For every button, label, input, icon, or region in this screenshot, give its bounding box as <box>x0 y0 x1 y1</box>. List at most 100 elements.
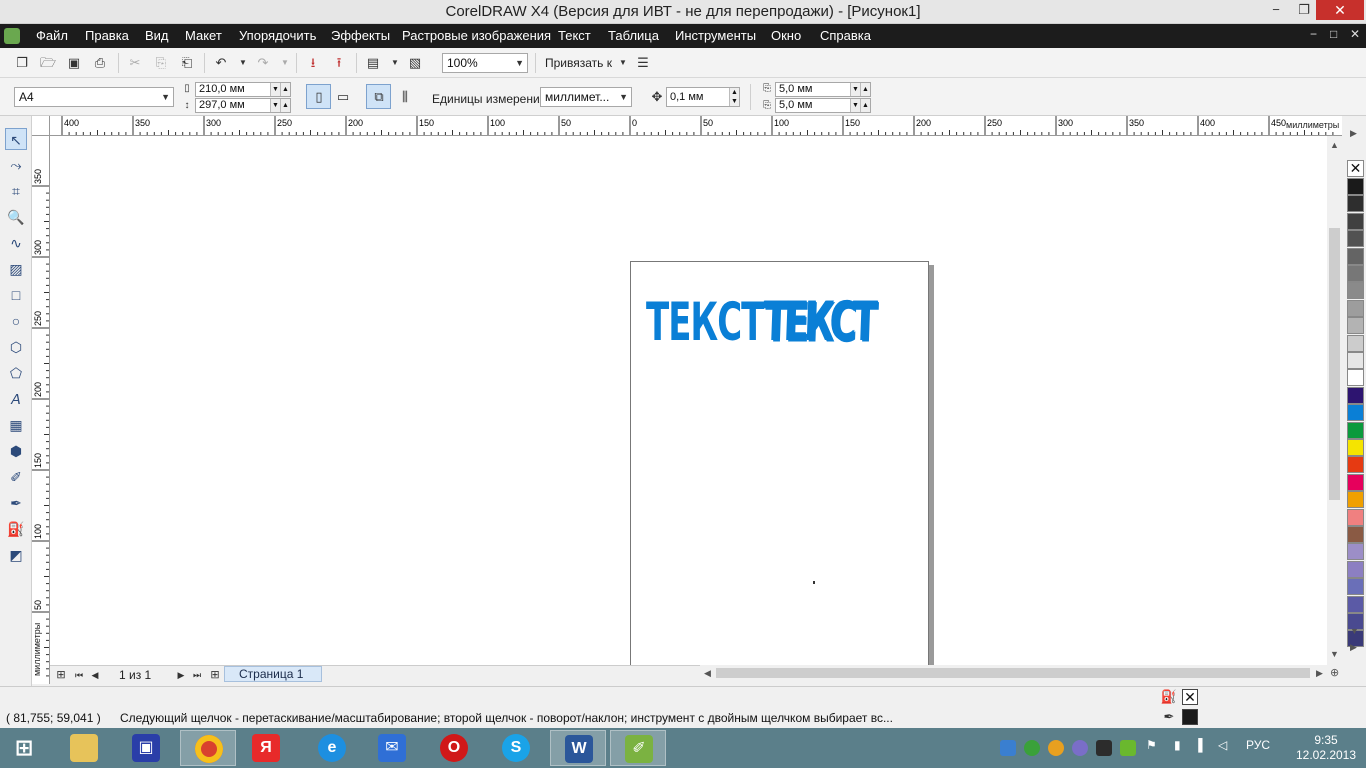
stray-point[interactable] <box>813 581 815 584</box>
text-object-plain[interactable]: ТЕКСТ <box>646 292 764 354</box>
save-icon[interactable]: ▣ <box>65 54 83 72</box>
page-width-field[interactable]: 210,0 мм ▼ ▲ <box>195 82 291 97</box>
polygon-tool-icon[interactable]: ⬡ <box>5 336 27 358</box>
spin-up-icon[interactable]: ▲ <box>860 83 870 96</box>
scroll-up-icon[interactable]: ▲ <box>1330 140 1339 150</box>
new-document-icon[interactable]: ❐ <box>13 54 31 72</box>
open-folder-icon[interactable]: 🗁 <box>39 54 57 72</box>
color-swatch[interactable] <box>1347 282 1364 300</box>
spin-up-icon[interactable]: ▲ <box>280 99 290 112</box>
welcome-screen-icon[interactable]: ▧ <box>406 54 424 72</box>
taskbar-word[interactable]: W <box>550 730 606 766</box>
nudge-distance-field[interactable]: 0,1 мм ▲ ▼ <box>666 87 740 107</box>
pick-tool-icon[interactable]: ↖ <box>5 128 27 150</box>
battery-icon[interactable]: ▮ <box>1174 738 1181 752</box>
rectangle-tool-icon[interactable]: □ <box>5 284 27 306</box>
ruler-origin[interactable] <box>32 116 50 136</box>
portrait-button[interactable]: ▯ <box>306 84 331 109</box>
smart-fill-tool-icon[interactable]: ▨ <box>5 258 27 280</box>
menu-window[interactable]: Окно <box>771 28 801 43</box>
vertical-scroll-thumb[interactable] <box>1329 228 1340 500</box>
duplicate-y-field[interactable]: 5,0 мм ▼ ▲ <box>775 98 871 113</box>
color-swatch[interactable] <box>1347 543 1364 561</box>
doc-restore-button[interactable]: □ <box>1330 27 1337 41</box>
color-swatch[interactable] <box>1347 439 1364 456</box>
palette-scroll-down-icon[interactable]: ▼ <box>1350 626 1359 636</box>
navigator-zoom-icon[interactable]: ⊕ <box>1330 666 1339 679</box>
eyedropper-tool-icon[interactable]: ✐ <box>5 466 27 488</box>
color-swatch[interactable] <box>1347 595 1364 613</box>
color-swatch[interactable] <box>1347 421 1364 439</box>
volume-icon[interactable]: ◁ <box>1218 738 1227 752</box>
palette-flyout-icon[interactable]: ▶ <box>1350 642 1357 653</box>
table-tool-icon[interactable]: ▦ <box>5 414 27 436</box>
basic-shapes-tool-icon[interactable]: ⬠ <box>5 362 27 384</box>
spin-down-icon[interactable]: ▼ <box>270 99 280 112</box>
color-swatch[interactable] <box>1347 508 1364 526</box>
taskbar-save-app[interactable]: ▣ <box>118 730 174 766</box>
color-swatch[interactable] <box>1347 178 1364 195</box>
doc-minimize-button[interactable]: − <box>1310 27 1317 41</box>
crop-tool-icon[interactable]: ⌗ <box>5 180 27 202</box>
color-swatch[interactable] <box>1347 247 1364 265</box>
snap-dropdown-icon[interactable]: ▼ <box>614 54 632 72</box>
tray-service-icon[interactable] <box>1072 740 1088 756</box>
color-swatch[interactable] <box>1347 334 1364 352</box>
page-tab-1[interactable]: Страница 1 <box>224 666 322 682</box>
paper-size-combo[interactable]: A4 ▼ <box>14 87 174 107</box>
import-icon[interactable]: ⭳ <box>304 54 322 72</box>
scroll-down-icon[interactable]: ▼ <box>1330 649 1339 659</box>
taskbar-skype[interactable]: S <box>488 730 544 766</box>
spin-up-icon[interactable]: ▲ <box>860 99 870 112</box>
extrude-tool-icon[interactable]: ⬢ <box>5 440 27 462</box>
color-swatch[interactable] <box>1347 352 1364 369</box>
color-swatch[interactable] <box>1347 369 1364 387</box>
taskbar-internet-explorer[interactable]: e <box>304 730 360 766</box>
outline-tool-icon[interactable]: ✒ <box>5 492 27 514</box>
horizontal-scrollbar[interactable]: ◀ ▶ ⊕ <box>700 665 1342 681</box>
vertical-ruler[interactable]: 350 300 250 200 150 100 50 миллиметры <box>32 136 50 684</box>
language-indicator[interactable]: РУС <box>1246 738 1270 752</box>
menu-effects[interactable]: Эффекты <box>331 28 390 43</box>
add-page-after-icon[interactable]: ⊞ <box>206 666 224 684</box>
freehand-tool-icon[interactable]: ∿ <box>5 232 27 254</box>
flag-icon[interactable]: ⚑ <box>1146 738 1157 752</box>
color-swatch[interactable] <box>1347 195 1364 213</box>
system-clock[interactable]: 9:35 12.02.2013 <box>1294 733 1358 763</box>
palette-scroll-right-icon[interactable]: ▶ <box>1350 128 1357 139</box>
launcher-dropdown-icon[interactable]: ▼ <box>386 54 404 72</box>
text-object-distorted[interactable]: ТЕКСТ <box>763 292 875 354</box>
export-icon[interactable]: ⭱ <box>330 54 348 72</box>
zoom-combo[interactable]: 100% ▼ <box>442 53 528 73</box>
minimize-button[interactable]: − <box>1262 0 1290 20</box>
fill-color-indicator[interactable]: ✕ <box>1182 689 1198 705</box>
menu-tools[interactable]: Инструменты <box>675 28 756 43</box>
spin-down-icon[interactable]: ▼ <box>850 99 860 112</box>
menu-arrange[interactable]: Упорядочить <box>239 28 316 43</box>
menu-help[interactable]: Справка <box>820 28 871 43</box>
page-height-field[interactable]: 297,0 мм ▼ ▲ <box>195 98 291 113</box>
color-swatch[interactable] <box>1347 560 1364 578</box>
current-page-icon[interactable]: ⫼ <box>396 88 414 106</box>
interactive-fill-tool-icon[interactable]: ◩ <box>5 544 27 566</box>
utorrent-icon[interactable] <box>1024 740 1040 756</box>
menu-view[interactable]: Вид <box>145 28 169 43</box>
close-button[interactable]: ✕ <box>1316 0 1364 20</box>
ellipse-tool-icon[interactable]: ○ <box>5 310 27 332</box>
color-swatch[interactable] <box>1347 265 1364 282</box>
network-icon[interactable]: ▐ <box>1194 738 1203 752</box>
color-swatch[interactable] <box>1347 578 1364 596</box>
color-swatch[interactable] <box>1347 230 1364 248</box>
fill-tool-icon[interactable]: ⛽ <box>5 518 27 540</box>
text-tool-icon[interactable]: 𝘈 <box>5 388 27 410</box>
undo-dropdown-icon[interactable]: ▼ <box>234 54 252 72</box>
color-swatch[interactable] <box>1347 386 1364 404</box>
redo-icon[interactable]: ↷ <box>254 54 272 72</box>
menu-file[interactable]: Файл <box>36 28 68 43</box>
color-swatch[interactable] <box>1347 212 1364 230</box>
previous-page-icon[interactable]: ◀ <box>86 666 104 684</box>
undo-icon[interactable]: ↶ <box>212 54 230 72</box>
options-icon[interactable]: ☰ <box>634 54 652 72</box>
zoom-tool-icon[interactable]: 🔍 <box>5 206 27 228</box>
menu-layout[interactable]: Макет <box>185 28 222 43</box>
